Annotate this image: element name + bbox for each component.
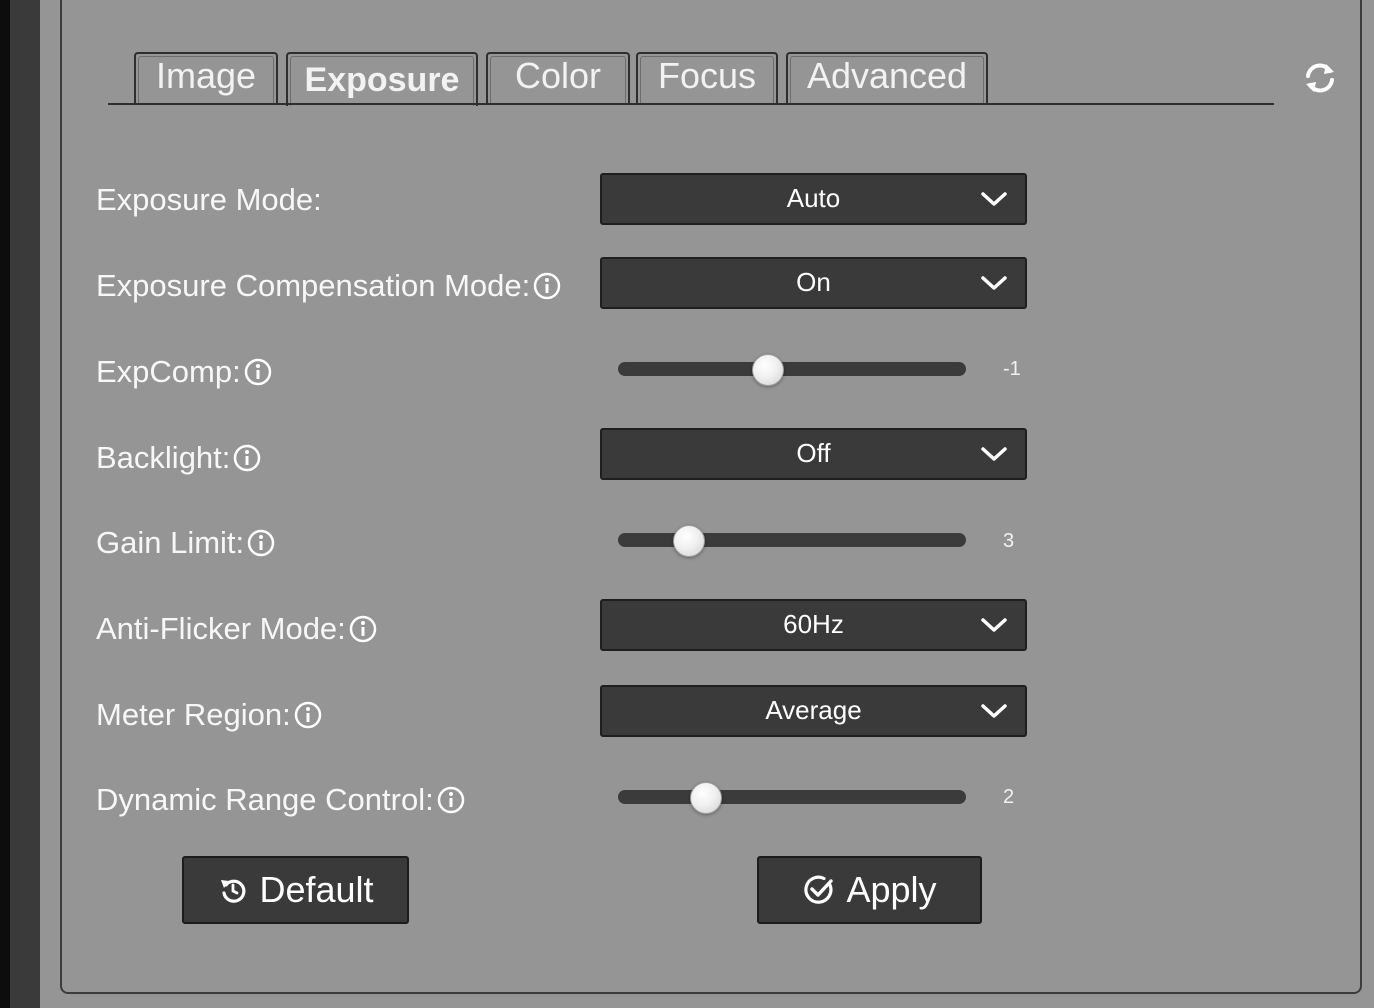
dynamic-range-control-slider[interactable] (618, 782, 966, 814)
apply-button-label: Apply (846, 869, 937, 910)
backlight-value: Off (796, 438, 831, 468)
tab-exposure[interactable]: Exposure (286, 52, 478, 106)
gain-limit-slider[interactable] (618, 525, 966, 557)
reset-icon (221, 879, 246, 903)
exposure-mode-select[interactable]: Auto (600, 173, 1027, 225)
exposure-compensation-mode-label: Exposure Compensation Mode: (96, 268, 562, 304)
apply-button[interactable]: Apply (757, 856, 982, 924)
dynamic-range-control-slider-thumb[interactable] (690, 782, 722, 814)
tab-focus[interactable]: Focus (636, 52, 778, 104)
gain-limit-label: Gain Limit: (96, 525, 276, 561)
expcomp-slider[interactable] (618, 354, 966, 386)
chevron-down-icon (981, 192, 1007, 206)
chevron-down-icon (981, 704, 1007, 718)
default-button[interactable]: Default (182, 856, 409, 924)
default-button-label: Default (259, 869, 374, 910)
info-icon[interactable] (348, 614, 378, 644)
tab-advanced[interactable]: Advanced (786, 52, 988, 104)
info-icon[interactable] (232, 443, 262, 473)
info-icon[interactable] (436, 785, 466, 815)
tab-color[interactable]: Color (486, 52, 630, 104)
anti-flicker-mode-value: 60Hz (783, 609, 844, 639)
tabs-underline (108, 103, 1274, 105)
info-icon[interactable] (246, 528, 276, 558)
anti-flicker-mode-select[interactable]: 60Hz (600, 599, 1027, 651)
gain-limit-value: 3 (1003, 530, 1015, 552)
meter-region-label: Meter Region: (96, 697, 323, 733)
meter-region-select[interactable]: Average (600, 685, 1027, 737)
backlight-label: Backlight: (96, 440, 262, 476)
expcomp-label: ExpComp: (96, 354, 273, 390)
expcomp-value: -1 (1003, 358, 1021, 380)
expcomp-slider-thumb[interactable] (752, 354, 785, 386)
info-icon[interactable] (293, 700, 323, 730)
backlight-select[interactable]: Off (600, 428, 1027, 480)
dynamic-range-control-label: Dynamic Range Control: (96, 782, 466, 818)
side-strip (10, 0, 40, 1008)
exposure-compensation-mode-select[interactable]: On (600, 257, 1027, 309)
info-icon[interactable] (243, 357, 273, 387)
exposure-mode-value: Auto (786, 183, 841, 213)
anti-flicker-mode-label: Anti-Flicker Mode: (96, 611, 378, 647)
chevron-down-icon (981, 447, 1007, 461)
check-circle-icon (804, 875, 834, 904)
info-icon[interactable] (532, 271, 562, 301)
chevron-down-icon (981, 618, 1007, 632)
exposure-mode-label: Exposure Mode: (96, 182, 322, 217)
gain-limit-slider-thumb[interactable] (672, 525, 705, 557)
dynamic-range-control-value: 2 (1003, 786, 1015, 808)
refresh-icon[interactable] (1300, 58, 1340, 98)
exposure-panel (60, 0, 1362, 994)
chevron-down-icon (981, 276, 1007, 290)
window-edge (0, 0, 10, 1008)
meter-region-value: Average (765, 695, 862, 725)
exposure-compensation-mode-value: On (796, 267, 831, 297)
tab-image[interactable]: Image (134, 52, 278, 104)
